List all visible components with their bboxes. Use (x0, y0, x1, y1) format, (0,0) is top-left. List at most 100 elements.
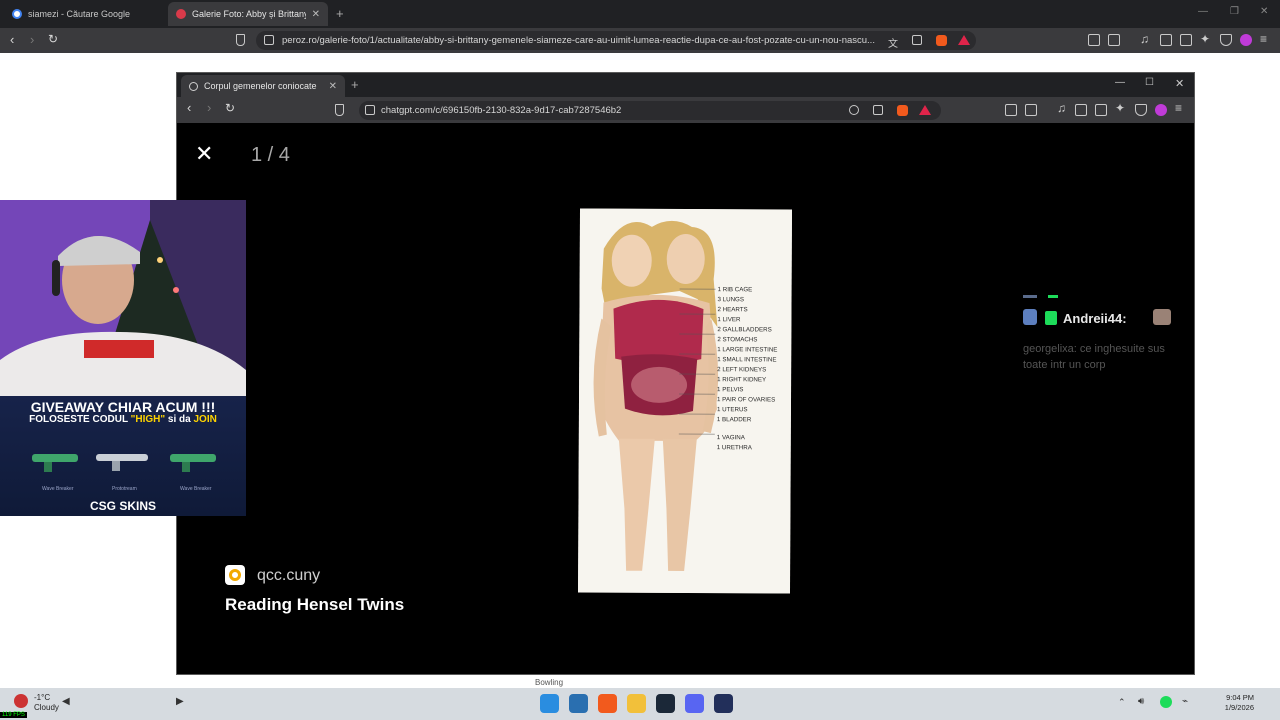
weather-icon[interactable] (14, 694, 28, 708)
organ-label: 2 STOMACHS (717, 336, 757, 343)
organ-label: 1 RIB CAGE (718, 286, 753, 293)
weather-widget[interactable]: -1°C Cloudy (34, 693, 59, 713)
chat-badge-icon (1023, 309, 1037, 325)
weapon-label: Prototream (112, 486, 137, 492)
minimize-icon[interactable]: — (1198, 6, 1208, 17)
close-viewer-icon[interactable]: ✕ (195, 143, 217, 165)
bookmark-icon[interactable] (236, 34, 245, 46)
menu-icon[interactable]: ≡ (1260, 32, 1272, 46)
maximize-icon[interactable]: ☐ (1145, 77, 1154, 88)
music-icon[interactable]: ♫ (1057, 101, 1069, 115)
sidebar-icon[interactable] (1075, 104, 1087, 116)
vpn-shield-icon[interactable] (1135, 104, 1147, 116)
sidebar-icon[interactable] (1160, 34, 1172, 46)
extensions-icon[interactable] (1005, 104, 1017, 116)
organ-label: 2 LEFT KIDNEYS (717, 366, 766, 373)
back-icon[interactable]: ‹ (10, 32, 14, 47)
organ-label: 1 RIGHT KIDNEY (717, 376, 766, 383)
tray-expand-icon[interactable]: ⌃ (1118, 697, 1126, 708)
extensions-icon[interactable] (1088, 34, 1100, 46)
discord-icon[interactable] (685, 694, 704, 713)
back-icon[interactable]: ‹ (187, 100, 191, 115)
brave-shields-icon[interactable] (897, 105, 908, 116)
new-tab-button[interactable]: + (351, 77, 359, 92)
close-tab-icon[interactable]: ✕ (312, 9, 320, 20)
brand-label: CSG SKINS (89, 499, 156, 513)
share-icon[interactable] (912, 35, 922, 45)
leo-icon[interactable]: ✦ (1200, 32, 1212, 46)
tray-app-icon[interactable] (1160, 696, 1172, 708)
wallet-icon[interactable] (1180, 34, 1192, 46)
organ-label: 1 URETHRA (717, 444, 753, 451)
music-icon[interactable]: ♫ (1140, 32, 1152, 46)
vpn-shield-icon[interactable] (1220, 34, 1232, 46)
minimize-icon[interactable]: — (1115, 77, 1125, 88)
site-settings-icon[interactable] (264, 35, 274, 45)
menu-icon[interactable]: ≡ (1175, 101, 1187, 115)
weapon-skin-icon (96, 454, 148, 471)
organ-label: 1 BLADDER (717, 416, 752, 423)
steam-icon[interactable] (656, 694, 675, 713)
close-window-icon[interactable]: ✕ (1260, 6, 1268, 17)
tab-chatgpt[interactable]: Corpul gemenelor coniocate ✕ (181, 75, 345, 97)
giveaway-title: GIVEAWAY CHIAR ACUM !!! (30, 399, 216, 415)
forward-icon[interactable]: › (207, 100, 211, 115)
site-settings-icon[interactable] (365, 105, 375, 115)
chat-message: georgelixa: ce inghesuite sus toate intr… (1023, 343, 1165, 371)
app-icon[interactable] (714, 694, 733, 713)
media-next-icon[interactable]: ▶ (176, 696, 184, 707)
profile-icon[interactable] (1155, 104, 1167, 116)
tab-title: Corpul gemenelor coniocate (204, 81, 317, 91)
close-tab-icon[interactable]: ✕ (329, 81, 337, 92)
outer-tab-bar: siamezi - Căutare Google Galerie Foto: A… (0, 0, 1280, 28)
reload-icon[interactable]: ↻ (225, 101, 235, 115)
system-clock[interactable]: 9:04 PM 1/9/2026 (1214, 693, 1254, 713)
address-bar[interactable]: peroz.ro/galerie-foto/1/actualitate/abby… (256, 31, 976, 50)
zoom-icon[interactable] (849, 105, 859, 115)
tab-google-search[interactable]: siamezi - Căutare Google (4, 2, 164, 26)
network-icon[interactable]: ⌁ (1182, 696, 1188, 707)
new-tab-button[interactable]: + (336, 6, 344, 21)
app-icon[interactable] (569, 694, 588, 713)
volume-icon[interactable]: 🔊︎ (1138, 696, 1144, 707)
share-icon[interactable] (873, 105, 883, 115)
giveaway-banner: GIVEAWAY CHIAR ACUM !!! FOLOSESTE CODUL … (0, 396, 246, 516)
weapon-skin-icon (170, 454, 216, 472)
weapon-skin-icon (32, 454, 78, 472)
credit-title[interactable]: Reading Hensel Twins (225, 595, 404, 615)
close-window-icon[interactable]: ✕ (1175, 77, 1184, 90)
address-bar[interactable]: chatgpt.com/c/696150fb-2130-832a-9d17-ca… (359, 101, 941, 120)
weather-condition: Cloudy (34, 703, 59, 712)
organ-label: 1 PELVIS (717, 386, 743, 393)
profile-icon[interactable] (1240, 34, 1252, 46)
media-prev-icon[interactable]: ◀ (62, 696, 70, 707)
organ-label: 1 LIVER (717, 316, 741, 323)
file-explorer-icon[interactable] (627, 694, 646, 713)
brave-shields-icon[interactable] (936, 35, 947, 46)
reload-icon[interactable]: ↻ (48, 32, 58, 46)
conjoined-twins-anatomy-image: 1 RIB CAGE 3 LUNGS 2 HEARTS 1 LIVER 2 GALLBL… (577, 208, 793, 594)
chat-badge-bar (1048, 295, 1058, 298)
start-menu-icon[interactable] (540, 694, 559, 713)
brave-rewards-icon[interactable] (958, 35, 970, 45)
maximize-icon[interactable]: ❐ (1230, 6, 1239, 17)
tab-title: Galerie Foto: Abby și Brittany, ge (192, 9, 306, 19)
brave-rewards-icon[interactable] (919, 105, 931, 115)
google-icon (12, 9, 22, 19)
tab-title: siamezi - Căutare Google (28, 9, 131, 19)
screenshot-icon[interactable] (1025, 104, 1037, 116)
wallet-icon[interactable] (1095, 104, 1107, 116)
leo-icon[interactable]: ✦ (1115, 101, 1127, 115)
fps-counter: 119 FPS (0, 712, 27, 718)
brave-browser-icon[interactable] (598, 694, 617, 713)
translate-icon[interactable]: 文 (888, 35, 898, 50)
tab-gallery[interactable]: Galerie Foto: Abby și Brittany, ge ✕ (168, 2, 328, 26)
anatomy-illustration[interactable]: 1 RIB CAGE 3 LUNGS 2 HEARTS 1 LIVER 2 GALLBL… (577, 208, 793, 594)
image-counter: 1 / 4 (251, 144, 290, 166)
taskbar-apps (540, 694, 733, 713)
clock-date: 1/9/2026 (1224, 703, 1254, 712)
screenshot-icon[interactable] (1108, 34, 1120, 46)
bookmark-icon[interactable] (335, 104, 344, 116)
forward-icon[interactable]: › (30, 32, 34, 47)
credit-source[interactable]: qcc.cuny (257, 567, 320, 585)
